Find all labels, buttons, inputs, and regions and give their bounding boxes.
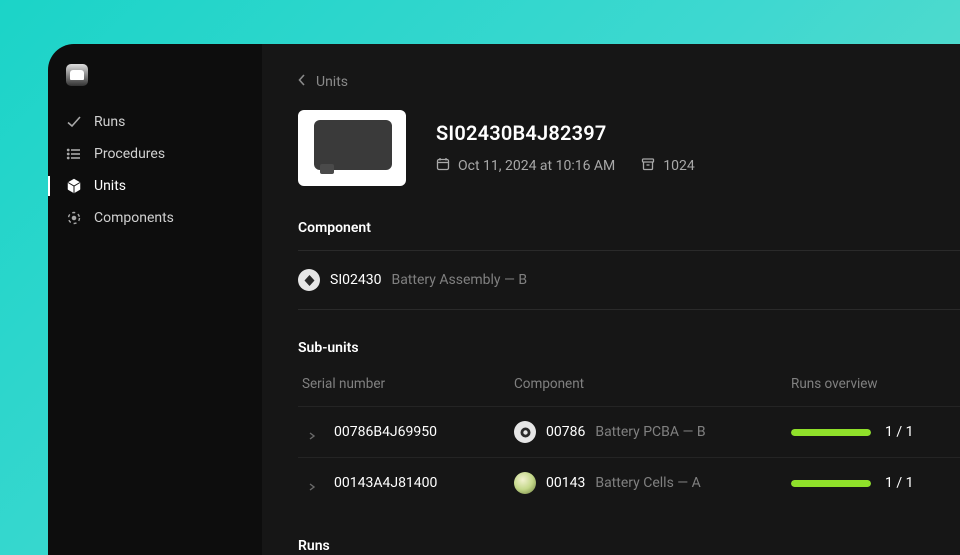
app-window: Runs Procedures Units Components [48, 44, 960, 555]
battery-image [304, 116, 400, 180]
pcba-icon [514, 421, 536, 443]
sidebar-item-runs[interactable]: Runs [48, 106, 262, 138]
box-icon [66, 178, 82, 194]
sidebar-nav: Runs Procedures Units Components [48, 106, 262, 234]
subunit-name: Battery PCBA — B [595, 424, 705, 440]
runs-progress-bar [791, 480, 871, 487]
component-code: SI02430 [330, 272, 381, 288]
unit-archive-code: 1024 [641, 157, 694, 175]
subunits-table-head: Serial number Component Runs overview [298, 370, 960, 406]
chevron-right-icon[interactable] [308, 479, 316, 487]
component-row[interactable]: SI02430 Battery Assembly — B [298, 251, 960, 309]
runs-count: 1 / 1 [885, 424, 913, 440]
sidebar-item-units[interactable]: Units [48, 170, 262, 202]
subunit-serial: 00143A4J81400 [334, 475, 437, 491]
runs-section-title: Runs [298, 538, 960, 554]
subunit-serial-cell: 00786B4J69950 [298, 424, 514, 440]
col-serial-header: Serial number [298, 376, 514, 392]
target-icon [66, 210, 82, 226]
subunits-section: Sub-units Serial number Component Runs o… [298, 340, 960, 508]
col-runs-header: Runs overview [791, 376, 960, 392]
subunit-serial: 00786B4J69950 [334, 424, 437, 440]
sidebar-item-components[interactable]: Components [48, 202, 262, 234]
created-at-value: Oct 11, 2024 at 10:16 AM [458, 158, 615, 174]
main-content: Units SI02430B4J82397 Oct 11, 2024 at 10… [262, 44, 960, 555]
list-icon [66, 146, 82, 162]
runs-progress-fill [791, 429, 871, 436]
component-name: Battery Assembly — B [391, 272, 527, 288]
archive-icon [641, 157, 655, 175]
unit-header-meta: SI02430B4J82397 Oct 11, 2024 at 10:16 AM… [436, 110, 695, 186]
breadcrumb[interactable]: Units [298, 74, 960, 90]
col-component-header: Component [514, 376, 791, 392]
app-logo[interactable] [66, 64, 88, 86]
subunits-title: Sub-units [298, 340, 960, 356]
subunit-runs-cell: 1 / 1 [791, 424, 960, 440]
subunit-code: 00786 [546, 424, 585, 440]
runs-progress-fill [791, 480, 871, 487]
check-icon [66, 114, 82, 130]
component-section-title: Component [298, 220, 960, 236]
unit-serial-title: SI02430B4J82397 [436, 121, 695, 145]
subunit-row[interactable]: 00786B4J69950 00786 Battery PCBA — B 1 /… [298, 406, 960, 457]
chevron-left-icon [298, 74, 306, 90]
subunit-serial-cell: 00143A4J81400 [298, 475, 514, 491]
subunit-component-cell: 00786 Battery PCBA — B [514, 421, 791, 443]
subunit-code: 00143 [546, 475, 585, 491]
sidebar-item-label: Units [94, 178, 126, 194]
subunit-row[interactable]: 00143A4J81400 00143 Battery Cells — A 1 … [298, 457, 960, 508]
chevron-right-icon[interactable] [308, 428, 316, 436]
subunit-runs-cell: 1 / 1 [791, 475, 960, 491]
divider [298, 309, 960, 310]
cells-icon [514, 472, 536, 494]
subunit-component-cell: 00143 Battery Cells — A [514, 472, 791, 494]
archive-code-value: 1024 [663, 158, 694, 174]
subunit-name: Battery Cells — A [595, 475, 700, 491]
component-section: Component SI02430 Battery Assembly — B [298, 220, 960, 310]
sidebar-item-label: Procedures [94, 146, 165, 162]
app-logo-glyph [70, 70, 84, 80]
runs-progress-bar [791, 429, 871, 436]
unit-thumbnail[interactable] [298, 110, 406, 186]
sidebar-item-label: Runs [94, 114, 125, 130]
sidebar: Runs Procedures Units Components [48, 44, 262, 555]
calendar-icon [436, 157, 450, 175]
sidebar-item-label: Components [94, 210, 174, 226]
component-icon [298, 269, 320, 291]
unit-meta-row: Oct 11, 2024 at 10:16 AM 1024 [436, 157, 695, 175]
breadcrumb-label: Units [316, 74, 348, 90]
sidebar-item-procedures[interactable]: Procedures [48, 138, 262, 170]
runs-count: 1 / 1 [885, 475, 913, 491]
unit-created-at: Oct 11, 2024 at 10:16 AM [436, 157, 615, 175]
unit-header: SI02430B4J82397 Oct 11, 2024 at 10:16 AM… [298, 110, 960, 186]
